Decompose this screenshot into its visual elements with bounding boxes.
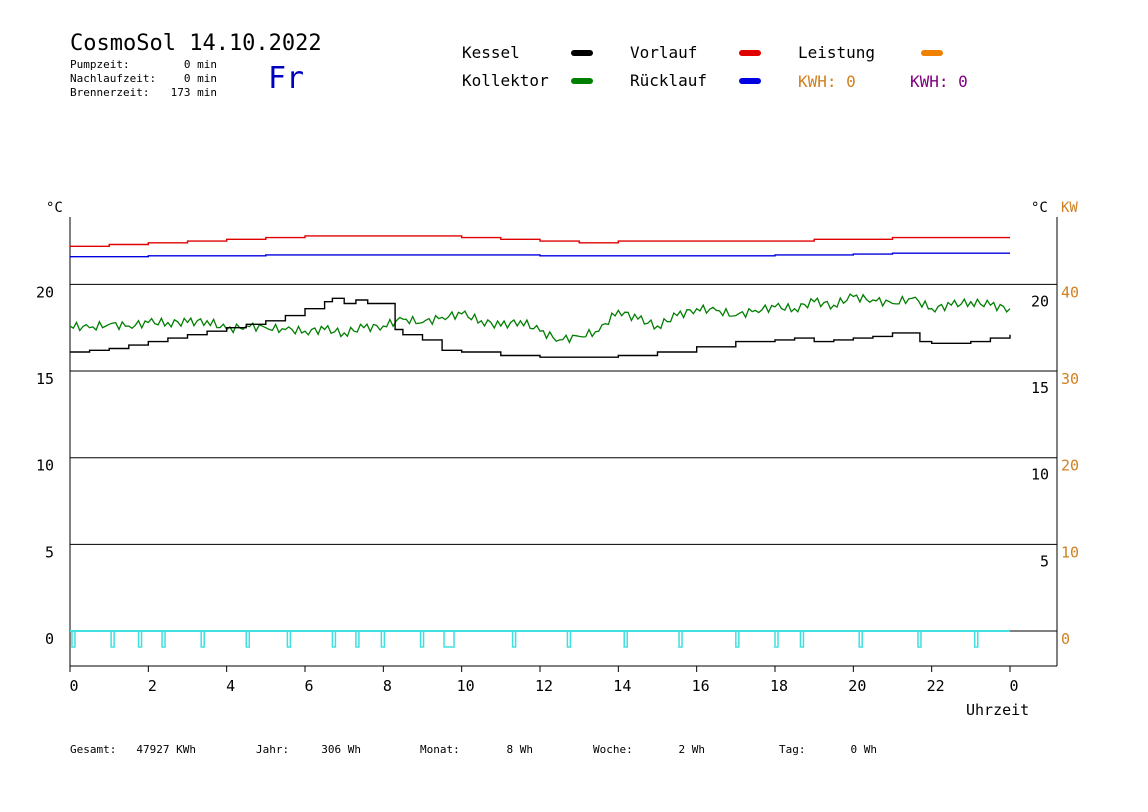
x-tick-label: 4 <box>226 677 235 695</box>
pump-pulse <box>110 630 115 648</box>
pump-pulse <box>71 630 76 648</box>
pump-pulse <box>917 630 922 648</box>
footer-label: Gesamt: <box>70 743 116 756</box>
footer-value: 0 Wh <box>851 743 878 756</box>
footer-value: 8 Wh <box>507 743 534 756</box>
runtime-stats: Pumpzeit: 0 min Nachlaufzeit: 0 min Brennerz… <box>70 58 217 99</box>
tick-labels: 0 2 4 6 8 10 12 14 16 18 20 22 0 0 5 10 15 20 5 10 15 20 0 10 20… <box>36 283 1079 695</box>
power-tick-label: 10 <box>1061 543 1079 561</box>
x-tick-label: 8 <box>383 677 392 695</box>
legend: Kessel Kollektor Vorlauf Rücklauf Leistung <box>462 43 943 90</box>
x-tick-label: 14 <box>613 677 631 695</box>
kwh-purple-label: KWH: 0 <box>910 72 968 91</box>
x-tick-label: 16 <box>692 677 710 695</box>
pump-pulse <box>161 630 166 648</box>
legend-label: Kessel <box>462 43 520 62</box>
pump-pulse <box>774 630 779 648</box>
pump-pulse <box>245 630 250 648</box>
pump-pulse <box>566 630 572 648</box>
left-tick-label: 20 <box>36 283 54 301</box>
pump-pulse <box>799 630 805 648</box>
pump-pulse <box>511 630 517 648</box>
footer-label: Tag: <box>779 743 806 756</box>
x-tick-label: 10 <box>457 677 475 695</box>
series-line-2 <box>69 293 1011 344</box>
left-tick-label: 5 <box>45 543 54 561</box>
right-temp-tick-label: 20 <box>1031 292 1049 310</box>
legend-label: Rücklauf <box>630 71 707 90</box>
stat-value: 173 min <box>171 86 217 99</box>
footer-value: 2 Wh <box>679 743 706 756</box>
pump-pulse <box>419 630 425 648</box>
power-tick-label: 30 <box>1061 370 1079 388</box>
series-line-3 <box>70 297 1011 358</box>
left-tick-label: 0 <box>45 630 54 648</box>
pump-pulse <box>974 630 979 648</box>
left-axis-unit: °C <box>46 200 63 216</box>
pump-pulse <box>443 630 455 648</box>
pump-pulses <box>70 630 1010 648</box>
footer-value: 306 Wh <box>321 743 361 756</box>
pump-pulse <box>380 630 386 648</box>
stat-label: Brennerzeit: <box>70 86 149 99</box>
right-axis-unit-power: KW <box>1061 200 1078 216</box>
right-temp-tick-label: 15 <box>1031 379 1049 397</box>
legend-label: Vorlauf <box>630 43 697 62</box>
grid-lines <box>70 283 1057 632</box>
pump-pulse <box>200 630 205 648</box>
x-axis-label: Uhrzeit <box>966 701 1029 719</box>
x-tick-label: 18 <box>770 677 788 695</box>
pump-pulse <box>678 630 683 648</box>
stat-label: Pumpzeit: <box>70 58 130 71</box>
stat-label: Nachlaufzeit: <box>70 72 156 85</box>
x-tick-label: 0 <box>69 677 78 695</box>
legend-label: Kollektor <box>462 71 549 90</box>
footer-value: 47927 KWh <box>136 743 196 756</box>
pump-pulse <box>623 630 628 648</box>
left-tick-label: 15 <box>36 370 54 388</box>
legend-label: Leistung <box>798 43 875 62</box>
chart-title: CosmoSol 14.10.2022 <box>70 31 322 56</box>
x-tick-label: 12 <box>535 677 553 695</box>
pump-pulse <box>137 630 143 648</box>
right-temp-tick-label: 5 <box>1040 552 1049 570</box>
power-tick-label: 40 <box>1061 283 1079 301</box>
stat-value: 0 min <box>184 58 217 71</box>
series-line-1 <box>70 252 1010 258</box>
pump-pulse <box>735 630 740 648</box>
pump-pulse <box>858 630 863 648</box>
x-tick-label: 0 <box>1009 677 1018 695</box>
weekday-label: Fr <box>268 61 304 96</box>
right-temp-tick-label: 10 <box>1031 466 1049 484</box>
x-tick-label: 2 <box>148 677 157 695</box>
kwh-orange-label: KWH: 0 <box>798 72 856 91</box>
footer-label: Woche: <box>593 743 633 756</box>
x-tick-label: 22 <box>927 677 945 695</box>
stat-value: 0 min <box>184 72 217 85</box>
power-tick-label: 20 <box>1061 457 1079 475</box>
pump-pulse <box>331 630 337 648</box>
left-tick-label: 10 <box>36 457 54 475</box>
pump-pulse <box>286 630 292 648</box>
series-line-0 <box>70 235 1010 248</box>
power-tick-label: 0 <box>1061 630 1070 648</box>
x-tick-label: 6 <box>304 677 313 695</box>
series-lines <box>69 235 1011 358</box>
temperature-chart: CosmoSol 14.10.2022 Fr Pumpzeit: 0 min Nac… <box>36 31 1079 756</box>
footer-label: Monat: <box>420 743 460 756</box>
energy-totals: Gesamt: 47927 KWh Jahr: 306 Wh Monat: 8 Wh Woc… <box>70 743 877 756</box>
right-axis-unit-temp: °C <box>1031 200 1048 216</box>
footer-label: Jahr: <box>256 743 289 756</box>
x-tick-label: 20 <box>848 677 866 695</box>
pump-pulse <box>355 630 360 648</box>
